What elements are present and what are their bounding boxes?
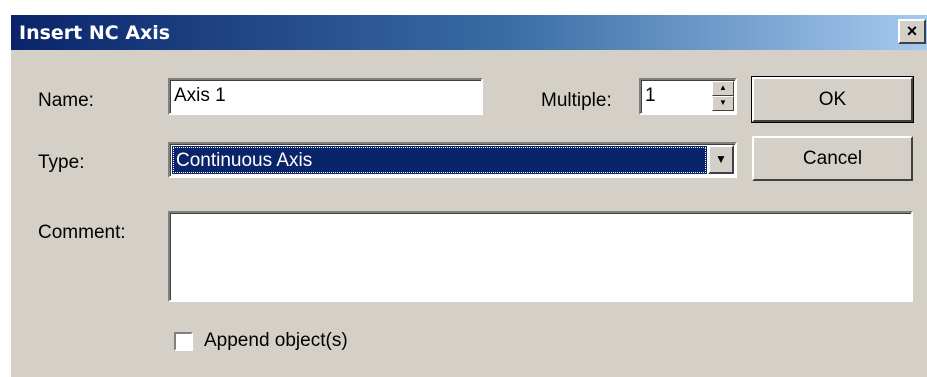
append-objects-checkbox[interactable]	[174, 332, 193, 351]
multiple-label: Multiple:	[541, 90, 612, 111]
type-selected-item: Continuous Axis	[172, 146, 707, 174]
down-arrow-icon: ▼	[719, 98, 727, 107]
type-value: Continuous Axis	[176, 150, 313, 171]
cancel-button[interactable]: Cancel	[752, 136, 913, 181]
title-bar[interactable]: Insert NC Axis ×	[11, 15, 927, 50]
multiple-field-value: 1	[645, 85, 656, 106]
name-field-value: Axis 1	[174, 85, 226, 106]
name-field[interactable]: Axis 1	[168, 78, 483, 115]
up-arrow-icon: ▲	[719, 83, 727, 92]
comment-textarea[interactable]	[168, 211, 913, 302]
append-objects-label[interactable]: Append object(s)	[204, 330, 348, 352]
spin-down-button[interactable]: ▼	[712, 96, 734, 111]
type-label: Type:	[38, 152, 85, 173]
insert-nc-axis-dialog: Insert NC Axis × Name: Axis 1 Multiple: …	[10, 14, 927, 377]
spin-up-button[interactable]: ▲	[712, 81, 734, 96]
type-dropdown[interactable]: Continuous Axis ▼	[168, 142, 737, 178]
dialog-title: Insert NC Axis	[19, 22, 171, 44]
comment-label: Comment:	[38, 222, 126, 243]
multiple-stepper[interactable]: 1 ▲ ▼	[639, 78, 737, 115]
chevron-down-icon: ▼	[715, 152, 727, 166]
spin-buttons: ▲ ▼	[712, 81, 734, 112]
close-icon: ×	[906, 21, 918, 41]
close-button[interactable]: ×	[898, 19, 926, 44]
ok-button[interactable]: OK	[751, 76, 914, 123]
name-label: Name:	[38, 90, 94, 111]
dropdown-button[interactable]: ▼	[708, 145, 734, 174]
